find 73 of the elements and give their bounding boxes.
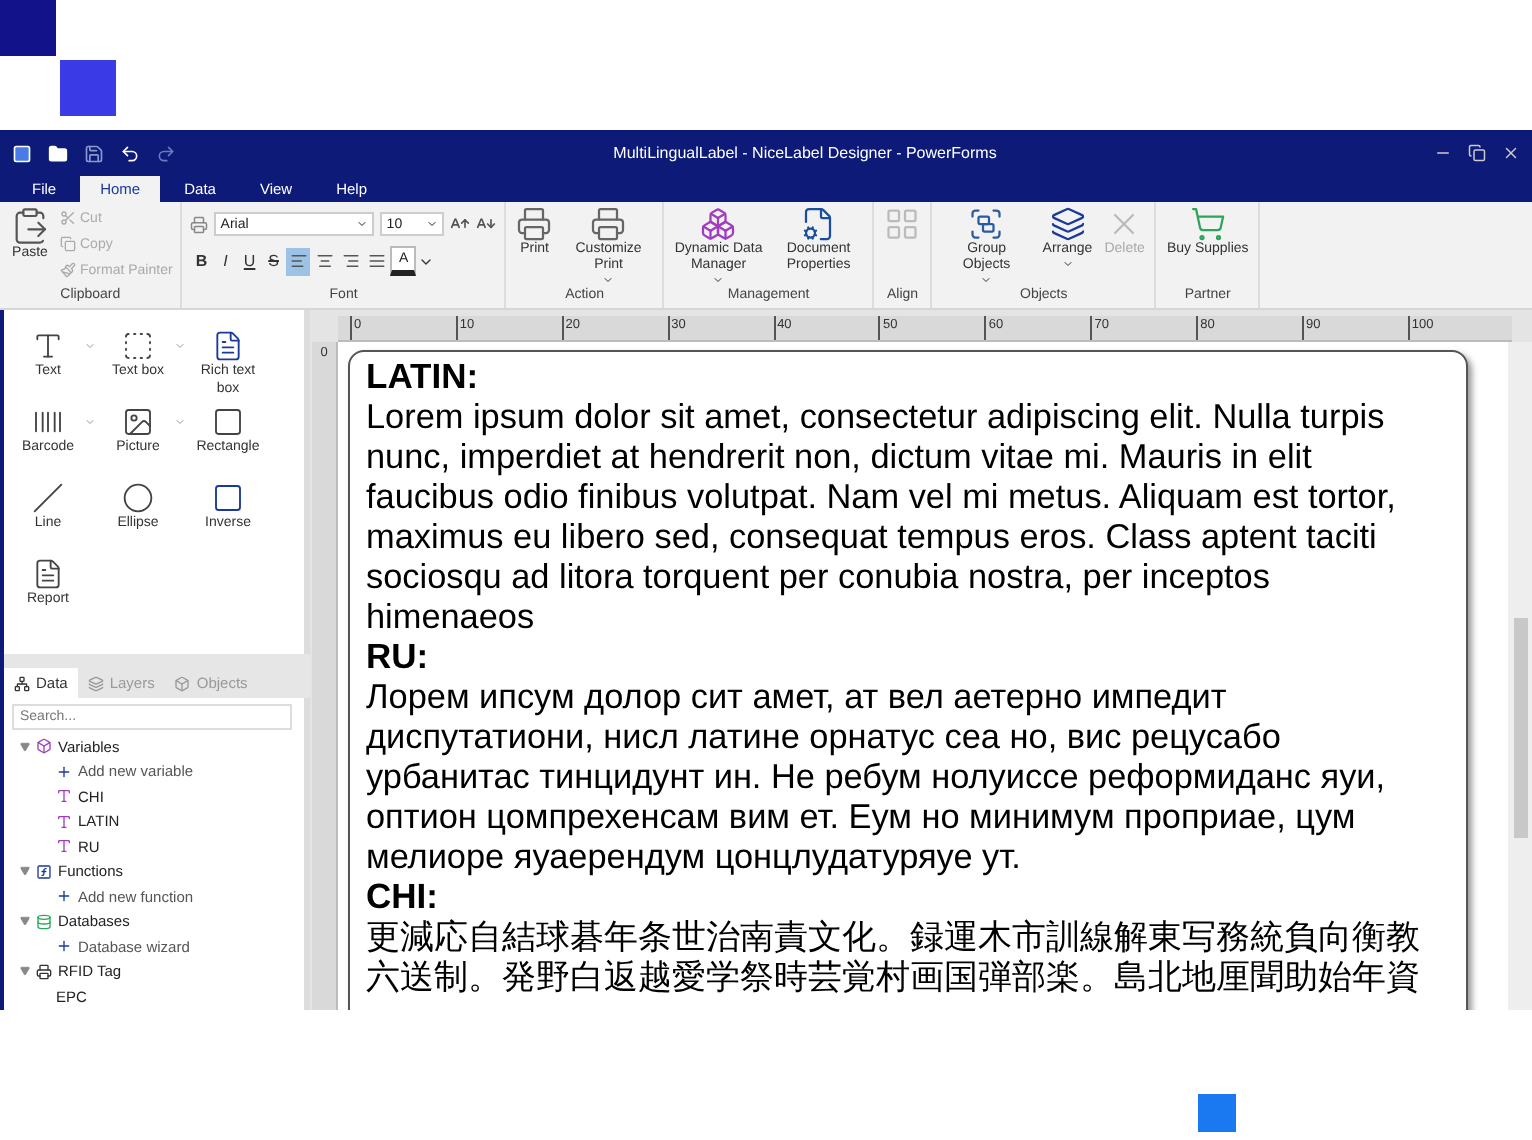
decor-square	[1198, 1094, 1236, 1132]
body-text: 更減応自結球碁年条世治南責文化。録運木市訓線解東写務統負向衡教六送制。発野白返越愛学祭時芸覚村画国弾部楽。島北地厘聞助始年資	[366, 916, 1422, 996]
network-icon	[14, 675, 30, 691]
text-variable-icon	[56, 788, 72, 805]
line-icon	[32, 482, 64, 514]
printer-icon	[190, 215, 209, 233]
redo-icon[interactable]	[156, 143, 176, 163]
close-icon[interactable]	[1502, 144, 1520, 162]
document-gear-icon	[800, 206, 837, 242]
text-box-icon	[122, 330, 154, 362]
cube-icon	[174, 675, 191, 691]
expander-icon[interactable]	[20, 866, 30, 877]
expander-icon[interactable]	[20, 916, 30, 927]
rich-text-icon	[212, 330, 244, 362]
text-icon	[32, 330, 64, 362]
align-justify-icon	[367, 252, 386, 270]
database-icon	[36, 913, 52, 930]
caret-icon	[1061, 258, 1074, 270]
decor-square	[0, 0, 56, 56]
barcode-icon	[32, 406, 64, 438]
layers-icon	[1049, 206, 1086, 242]
expander-icon[interactable]	[20, 966, 30, 977]
rectangle-icon	[212, 406, 244, 438]
shrink-font-icon[interactable]	[476, 214, 497, 234]
bold-button[interactable]: B	[190, 248, 213, 274]
printer-icon	[516, 206, 553, 242]
section-heading: LATIN:	[366, 356, 481, 396]
strike-button[interactable]: S	[262, 248, 285, 274]
undo-icon[interactable]	[120, 143, 140, 163]
layers-icon	[87, 675, 104, 691]
scrollbar[interactable]	[1508, 342, 1532, 1010]
restore-icon[interactable]	[1468, 144, 1486, 162]
caret-icon	[980, 274, 993, 286]
align-left-button[interactable]	[286, 247, 311, 275]
cubes-icon	[700, 206, 737, 242]
printer-icon	[590, 206, 627, 242]
body-text: Lorem ipsum dolor sit amet, consectetur adipiscing elit. Nulla turpis nunc, imperdiet at hendrerit non, dictum vitae mi. Mauris in elit faucibus odio finibus volutpat. Nam vel mi metus. Aliquam est tortor, maximus eu libero sed, consequat tempus eros. Class aptent taciti sociosqu ad litora torquent per conubia nostra, per inceptos himenaeos	[366, 396, 1398, 636]
grow-font-icon[interactable]	[450, 214, 471, 234]
window-title: MultiLingualLabel - NiceLabel Designer - PowerForms	[611, 144, 999, 162]
scissors-icon	[60, 210, 76, 226]
caret-icon	[712, 274, 725, 286]
text-variable-icon	[56, 838, 72, 855]
plus-icon	[56, 938, 72, 955]
copy-icon	[60, 236, 76, 252]
brush-icon	[60, 262, 76, 278]
cart-icon	[1189, 206, 1226, 242]
group-icon	[968, 206, 1005, 242]
align-icon	[884, 206, 921, 242]
decor-square	[60, 60, 116, 116]
clipboard-icon	[10, 206, 50, 246]
app-icon	[12, 143, 32, 163]
align-right-icon	[341, 252, 360, 270]
caret-icon	[602, 274, 615, 286]
text-variable-icon	[56, 813, 72, 830]
plus-icon	[56, 763, 72, 780]
function-icon	[36, 863, 52, 880]
italic-button[interactable]: I	[214, 248, 237, 274]
underline-button[interactable]: U	[238, 248, 261, 274]
align-left-icon	[289, 252, 308, 270]
align-center-icon	[315, 252, 334, 270]
save-icon[interactable]	[84, 143, 104, 163]
cube-icon	[36, 738, 52, 755]
printer-icon	[36, 963, 52, 980]
body-text: Лорем ипсум долор сит амет, ат вел аетерно импедит диспутатиони, нисл латине орнатус сеа но, вис рецусабо урбанитас тинцидунт ин. Не ребум нолуиссе реформиданс яуи, оптион цомпрехенсам вим ет. Еум но минимум проприае, цум мелиоре яуаерендум цонцлудатуряуе ут.	[366, 676, 1388, 876]
plus-icon	[56, 888, 72, 905]
section-heading: RU:	[366, 636, 431, 676]
expander-icon[interactable]	[20, 741, 30, 752]
folder-icon[interactable]	[48, 143, 68, 163]
picture-icon	[122, 406, 154, 438]
section-heading: CHI:	[366, 876, 440, 916]
ellipse-icon	[122, 482, 154, 514]
report-icon	[32, 558, 64, 590]
inverse-icon	[212, 482, 244, 514]
